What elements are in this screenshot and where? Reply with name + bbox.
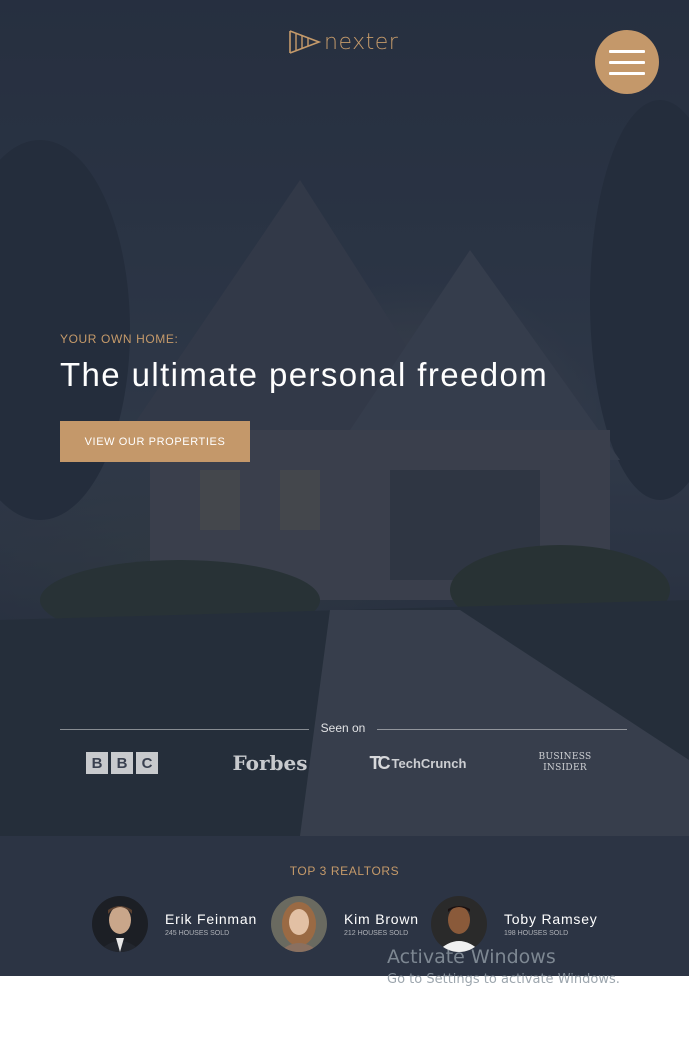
bbc-logo: B B C xyxy=(86,748,158,778)
realtor-card[interactable]: Toby Ramsey 198 HOUSES SOLD xyxy=(431,896,598,952)
menu-button[interactable] xyxy=(595,30,659,94)
realtors-title: TOP 3 REALTORS xyxy=(289,864,400,878)
techcrunch-mark: TC xyxy=(369,752,391,773)
hero-overlay xyxy=(0,0,689,836)
hamburger-menu-icon-bar xyxy=(609,71,645,75)
realtor-avatar xyxy=(92,896,148,952)
realtor-name: Erik Feinman xyxy=(165,911,258,927)
realtor-avatar xyxy=(271,896,327,952)
hamburger-menu-icon xyxy=(609,49,645,53)
view-properties-button[interactable]: VIEW OUR PROPERTIES xyxy=(60,421,250,462)
realtor-name: Toby Ramsey xyxy=(504,911,598,927)
business-insider-line2: INSIDER xyxy=(543,763,587,773)
techcrunch-text: TechCrunch xyxy=(391,755,467,771)
divider-left xyxy=(60,729,309,730)
hero-section: nexter YOUR OWN HOME: The ultimate perso… xyxy=(0,0,689,836)
divider-right xyxy=(377,729,627,730)
watermark-title: Activate Windows xyxy=(387,946,556,968)
hamburger-menu-icon-bar xyxy=(609,60,645,64)
techcrunch-logo: TC TechCrunch xyxy=(355,748,481,778)
hero-eyebrow: YOUR OWN HOME: xyxy=(60,332,179,346)
bbc-letter: C xyxy=(136,752,158,774)
realtor-avatar xyxy=(431,896,487,952)
logo-text: nexter xyxy=(324,29,399,55)
realtor-sold-count: 245 HOUSES SOLD xyxy=(165,930,230,937)
watermark-subtitle: Go to Settings to activate Windows. xyxy=(387,972,620,987)
play-chevrons-logo-icon xyxy=(289,30,322,54)
realtor-sold-count: 212 HOUSES SOLD xyxy=(344,930,409,937)
realtor-card[interactable]: Kim Brown 212 HOUSES SOLD xyxy=(271,896,419,952)
forbes-logo: Forbes xyxy=(232,751,308,775)
nexter-logo[interactable]: nexter xyxy=(288,28,400,56)
windows-activation-watermark: Activate Windows Go to Settings to activ… xyxy=(387,946,620,987)
business-insider-logo: BUSINESS INSIDER xyxy=(533,748,597,778)
realtor-card[interactable]: Erik Feinman 245 HOUSES SOLD xyxy=(92,896,257,952)
bbc-letter: B xyxy=(111,752,133,774)
hero-headline: The ultimate personal freedom xyxy=(60,356,549,393)
realtor-name: Kim Brown xyxy=(344,911,419,927)
bbc-letter: B xyxy=(86,752,108,774)
seen-on-label: Seen on xyxy=(320,721,366,735)
realtor-sold-count: 198 HOUSES SOLD xyxy=(504,930,569,937)
business-insider-line1: BUSINESS xyxy=(538,752,592,762)
